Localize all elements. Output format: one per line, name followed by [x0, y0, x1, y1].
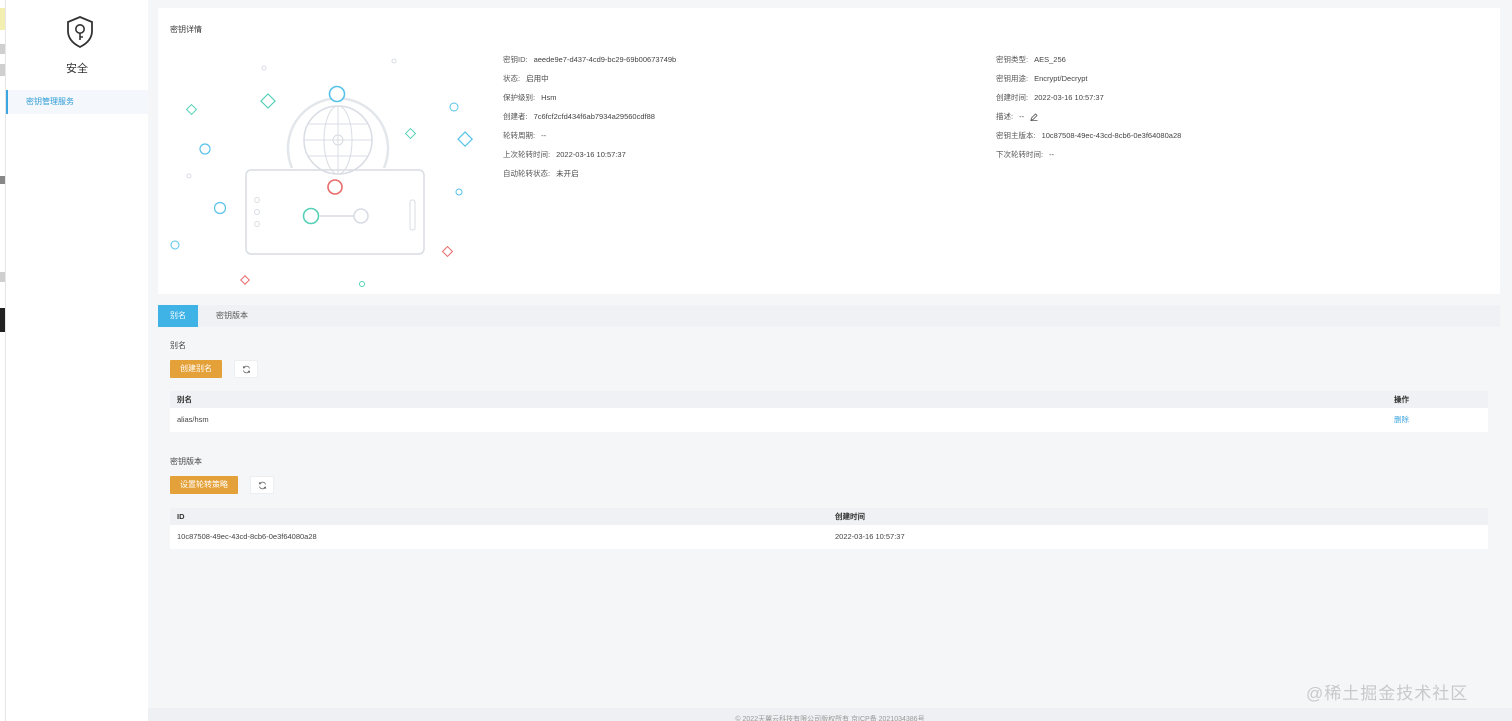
- version-refresh-button[interactable]: [250, 476, 274, 494]
- detail-row-key-type: 密钥类型: AES_256: [996, 55, 1066, 64]
- version-id-cell: 10c87508-49ec-43cd-8cb6-0e3f64080a28: [177, 532, 317, 541]
- key-detail-card: 密钥详情 密钥ID: aeede9e7-d437-4cd9-bc29-69b00…: [158, 8, 1500, 294]
- shield-key-icon: [67, 16, 93, 49]
- column-header-created: 创建时间: [835, 512, 865, 521]
- detail-row-last-rotation: 上次轮转时间: 2022-03-16 10:57:37: [503, 150, 626, 159]
- sidebar-title: 安全: [66, 63, 88, 75]
- sidebar-item-kms[interactable]: 密钥管理服务: [6, 90, 148, 114]
- detail-row-created-time: 创建时间: 2022-03-16 10:57:37: [996, 93, 1104, 102]
- footer: © 2022天翼云科技有限公司版权所有 京ICP备 2021034386号: [148, 708, 1512, 721]
- tab-key-versions[interactable]: 密钥版本: [206, 305, 258, 327]
- detail-row-creator: 创建者: 7c6fcf2cfd434f6ab7934a29560cdf88: [503, 112, 655, 121]
- column-header-id: ID: [177, 512, 185, 521]
- refresh-icon: [242, 365, 251, 374]
- column-header-action: 操作: [1394, 395, 1409, 404]
- table-row: alias/hsm 删除: [170, 408, 1488, 432]
- create-alias-button[interactable]: 创建别名: [170, 360, 222, 378]
- detail-row-rotation-period: 轮转周期: --: [503, 131, 547, 140]
- refresh-icon: [258, 481, 267, 490]
- version-created-cell: 2022-03-16 10:57:37: [835, 532, 905, 541]
- delete-alias-link[interactable]: 删除: [1394, 408, 1409, 432]
- detail-right-column: 密钥类型: AES_256 密钥用途: Encrypt/Decrypt 创建时间: 2…: [996, 54, 1181, 168]
- detail-row-auto-rotation: 自动轮转状态: 未开启: [503, 169, 579, 178]
- main-content: 密钥详情 密钥ID: aeede9e7-d437-4cd9-bc29-69b00…: [148, 0, 1512, 721]
- column-header-alias: 别名: [177, 395, 192, 404]
- detail-row-key-usage: 密钥用途: Encrypt/Decrypt: [996, 74, 1088, 83]
- version-section-title: 密钥版本: [170, 457, 202, 466]
- edit-icon[interactable]: [1030, 113, 1038, 122]
- page-title: 密钥详情: [170, 25, 202, 34]
- detail-row-next-rotation: 下次轮转时间: --: [996, 150, 1055, 159]
- sidebar: 安全 密钥管理服务: [6, 0, 148, 721]
- version-table: ID 创建时间 10c87508-49ec-43cd-8cb6-0e3f6408…: [170, 508, 1488, 549]
- detail-left-column: 密钥ID: aeede9e7-d437-4cd9-bc29-69b00673749…: [503, 54, 676, 187]
- tab-alias[interactable]: 别名: [158, 305, 198, 327]
- alias-table-header: 别名 操作: [170, 391, 1488, 408]
- alias-cell: alias/hsm: [177, 415, 209, 424]
- key-illustration: [170, 58, 474, 287]
- alias-section-title: 别名: [170, 341, 186, 350]
- detail-row-protection-level: 保护级别: Hsm: [503, 93, 557, 102]
- alias-refresh-button[interactable]: [234, 360, 258, 378]
- version-table-header: ID 创建时间: [170, 508, 1488, 525]
- watermark: @稀土掘金技术社区: [1306, 684, 1469, 703]
- detail-row-primary-version: 密钥主版本: 10c87508-49ec-43cd-8cb6-0e3f64080a…: [996, 131, 1182, 140]
- detail-row-key-id: 密钥ID: aeede9e7-d437-4cd9-bc29-69b00673749…: [503, 55, 677, 64]
- detail-row-status: 状态: 启用中: [503, 74, 549, 83]
- set-rotation-policy-button[interactable]: 设置轮转策略: [170, 476, 238, 494]
- alias-table: 别名 操作 alias/hsm 删除: [170, 391, 1488, 432]
- tabs-bar: 别名 密钥版本: [158, 305, 1500, 327]
- table-row: 10c87508-49ec-43cd-8cb6-0e3f64080a28 202…: [170, 525, 1488, 549]
- detail-row-description: 描述: --: [996, 111, 1181, 130]
